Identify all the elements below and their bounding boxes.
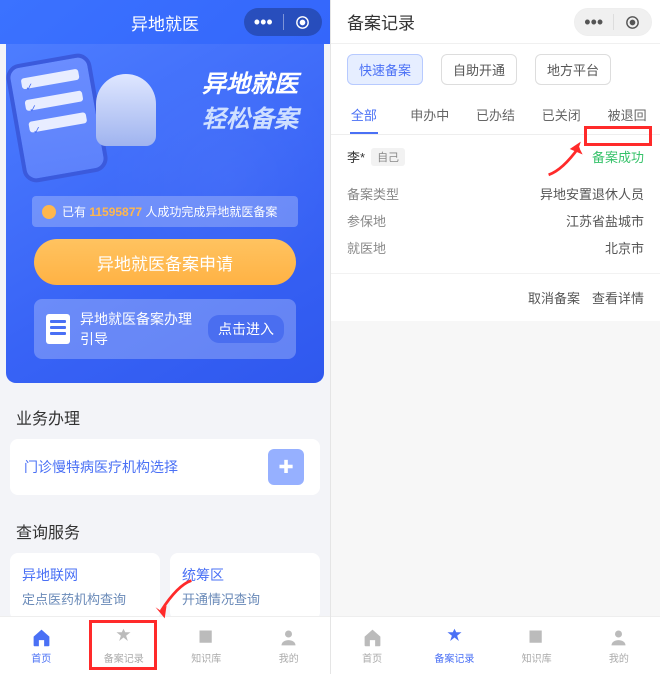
- miniprogram-capsule[interactable]: •••: [574, 8, 652, 36]
- left-tabbar: 首页 备案记录 知识库 我的: [0, 616, 330, 674]
- status-badge: 备案成功: [592, 147, 644, 166]
- apply-button[interactable]: 异地就医备案申请: [34, 239, 296, 285]
- status-tabs: 全部 申办中 已办结 已关闭 被退回: [331, 95, 660, 135]
- stat-bar: 已有 11595877 人成功完成异地就医备案: [32, 196, 298, 227]
- record-name: 李*: [347, 147, 365, 166]
- tab-done[interactable]: 已办结: [463, 95, 529, 134]
- left-topbar: 异地就医 •••: [0, 0, 330, 44]
- query-card-2[interactable]: 统筹区开通情况查询: [170, 553, 320, 620]
- right-tabbar: 首页 备案记录 知识库 我的: [331, 616, 660, 674]
- page-title: 异地就医: [131, 10, 199, 35]
- hero-banner: 异地就医 轻松备案 已有 11595877 人成功完成异地就医备案 异地就医备案…: [6, 44, 324, 383]
- more-icon[interactable]: •••: [244, 13, 283, 31]
- right-screen: 备案记录 ••• 快速备案 自助开通 地方平台 全部 申办中 已办结 已关闭 被…: [330, 0, 660, 674]
- chip-self[interactable]: 自助开通: [441, 54, 517, 85]
- view-detail-button[interactable]: 查看详情: [592, 288, 644, 307]
- left-screen: 异地就医 ••• 异地就医 轻松备案 已有 11595877 人成功完成异地就医…: [0, 0, 330, 674]
- page-title: 备案记录: [347, 9, 415, 34]
- stat-count: 11595877: [89, 205, 142, 219]
- tab-knowledge[interactable]: 知识库: [496, 617, 578, 674]
- chip-quick[interactable]: 快速备案: [347, 54, 423, 85]
- more-icon[interactable]: •••: [575, 13, 613, 31]
- document-icon: [46, 314, 70, 344]
- tab-records[interactable]: 备案记录: [413, 617, 495, 674]
- record-actions: 取消备案 查看详情: [331, 274, 660, 321]
- tab-processing[interactable]: 申办中: [397, 95, 463, 134]
- cancel-record-button[interactable]: 取消备案: [528, 288, 580, 307]
- chip-local[interactable]: 地方平台: [535, 54, 611, 85]
- speaker-icon: [42, 205, 56, 219]
- person-illustration: [96, 74, 156, 146]
- tab-me[interactable]: 我的: [578, 617, 660, 674]
- guide-label: 异地就医备案办理引导: [80, 309, 198, 349]
- tab-returned[interactable]: 被退回: [594, 95, 660, 134]
- tab-me[interactable]: 我的: [248, 617, 331, 674]
- tab-knowledge[interactable]: 知识库: [165, 617, 248, 674]
- tab-closed[interactable]: 已关闭: [528, 95, 594, 134]
- tab-all[interactable]: 全部: [331, 95, 397, 134]
- biz-section-title: 业务办理: [0, 391, 330, 439]
- target-icon[interactable]: [284, 14, 323, 31]
- right-topbar: 备案记录 •••: [331, 0, 660, 44]
- hospital-icon: [268, 449, 304, 485]
- record-card: 李* 自己 备案成功 备案类型异地安置退休人员 参保地江苏省盐城市 就医地北京市: [331, 135, 660, 274]
- tab-home[interactable]: 首页: [331, 617, 413, 674]
- tab-records[interactable]: 备案记录: [83, 617, 166, 674]
- enter-button[interactable]: 点击进入: [208, 315, 284, 343]
- chip-row: 快速备案 自助开通 地方平台: [331, 44, 660, 95]
- biz-card[interactable]: 门诊慢特病医疗机构选择: [10, 439, 320, 495]
- tab-home[interactable]: 首页: [0, 617, 83, 674]
- guide-bar[interactable]: 异地就医备案办理引导 点击进入: [34, 299, 296, 359]
- query-section-title: 查询服务: [0, 505, 330, 553]
- relation-tag: 自己: [371, 148, 405, 166]
- miniprogram-capsule[interactable]: •••: [244, 8, 322, 36]
- target-icon[interactable]: [614, 14, 652, 31]
- query-card-1[interactable]: 异地联网定点医药机构查询: [10, 553, 160, 620]
